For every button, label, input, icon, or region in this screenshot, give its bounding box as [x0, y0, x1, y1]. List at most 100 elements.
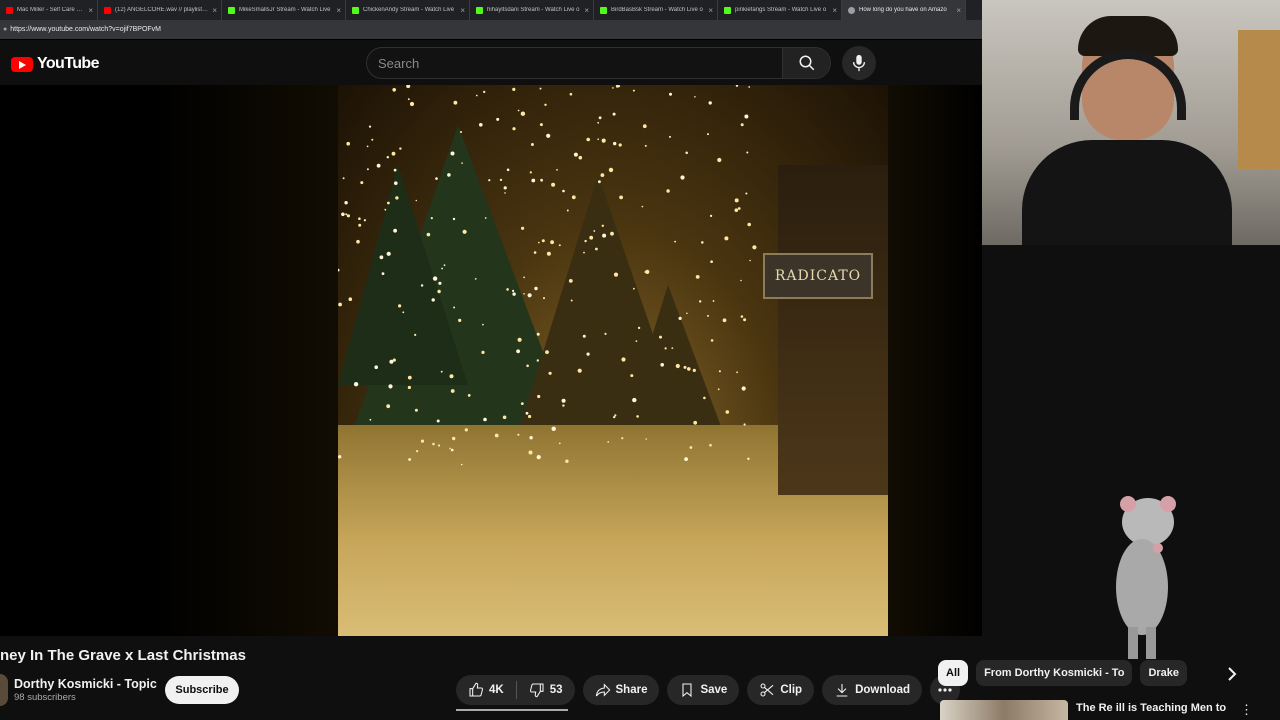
light-dot: [707, 133, 709, 136]
dislike-button[interactable]: 53: [517, 675, 575, 705]
recommendation-title[interactable]: The Re ill is Teaching Men to: [1076, 702, 1226, 714]
save-button[interactable]: Save: [667, 675, 740, 705]
browser-tab[interactable]: pinkiefangs Stream - Watch Live o ×: [718, 0, 842, 20]
light-dot: [675, 363, 680, 369]
like-button[interactable]: 4K: [456, 675, 516, 705]
light-dot: [752, 245, 757, 250]
light-dot: [379, 255, 384, 260]
light-dot: [408, 458, 411, 461]
light-dot: [384, 208, 387, 211]
light-dot: [368, 125, 372, 128]
close-tab-icon[interactable]: ×: [212, 6, 217, 15]
light-dot: [735, 85, 739, 87]
channel-name[interactable]: Dorthy Kosmicki - Topic: [14, 677, 157, 691]
light-dot: [745, 192, 748, 195]
browser-tab[interactable]: ChickenAndy Stream - Watch Live ×: [346, 0, 470, 20]
lock-icon: ●: [3, 26, 8, 33]
light-dot: [597, 121, 600, 124]
light-dot: [502, 415, 507, 420]
browser-tab[interactable]: Mac Miller - Self Care - YouTu ×: [0, 0, 98, 20]
browser-tab-active[interactable]: How long do you have on Amazo ×: [842, 0, 966, 20]
light-dot: [551, 426, 556, 431]
light-dot: [407, 375, 412, 380]
clip-button[interactable]: Clip: [747, 675, 815, 705]
search-button[interactable]: [782, 48, 830, 78]
light-dot: [475, 94, 478, 97]
search-input[interactable]: [367, 48, 782, 78]
chips-next-button[interactable]: [1220, 663, 1244, 685]
light-dot: [671, 347, 674, 349]
light-dot: [539, 87, 542, 90]
light-dot: [565, 459, 569, 463]
close-tab-icon[interactable]: ×: [584, 6, 589, 15]
light-dot: [481, 350, 485, 354]
light-dot: [612, 87, 614, 89]
browser-tab-strip: Mac Miller - Self Care - YouTu × (12) ANG…: [0, 0, 982, 20]
close-tab-icon[interactable]: ×: [832, 6, 837, 15]
ellipsis-icon: [938, 688, 952, 692]
light-dot: [399, 147, 402, 150]
browser-tab[interactable]: MikeSmallsJr Stream - Watch Live ×: [222, 0, 346, 20]
light-dot: [544, 103, 547, 106]
recommendation-thumbnail[interactable]: [940, 700, 1068, 720]
channel-avatar[interactable]: [0, 674, 8, 706]
light-dot: [374, 365, 378, 370]
close-tab-icon[interactable]: ×: [336, 6, 341, 15]
browser-tab[interactable]: BirdBasBsk Stream - Watch Live o ×: [594, 0, 718, 20]
close-tab-icon[interactable]: ×: [956, 6, 961, 15]
light-dot: [536, 455, 541, 460]
light-dot: [613, 272, 619, 277]
light-dot: [432, 276, 438, 281]
youtube-favicon-icon: [104, 6, 111, 14]
close-tab-icon[interactable]: ×: [708, 6, 713, 15]
light-dot: [376, 163, 381, 168]
light-dot: [530, 143, 534, 146]
light-dot: [734, 198, 739, 203]
light-dot: [452, 217, 456, 221]
download-button[interactable]: Download: [822, 675, 923, 705]
light-dot: [540, 178, 543, 182]
light-dot: [740, 123, 744, 127]
light-dot: [692, 368, 696, 372]
chip-from-channel[interactable]: From Dorthy Kosmicki - To: [976, 660, 1133, 686]
light-dot: [450, 151, 455, 156]
video-frame: RADICATO: [338, 85, 888, 636]
light-dot: [684, 457, 688, 461]
light-dot: [571, 195, 576, 200]
light-dot: [409, 101, 415, 107]
recommendation-item[interactable]: The Re ill is Teaching Men to ⋮: [938, 700, 1280, 720]
light-dot: [517, 109, 520, 112]
share-button[interactable]: Share: [582, 675, 660, 705]
close-tab-icon[interactable]: ×: [460, 6, 465, 15]
subscriber-count: 98 subscribers: [14, 692, 76, 703]
youtube-logo[interactable]: YouTube: [11, 55, 99, 73]
chip-all[interactable]: All: [938, 660, 969, 686]
vertical-ellipsis-icon[interactable]: ⋮: [1240, 702, 1253, 718]
video-player[interactable]: RADICATO: [0, 85, 982, 636]
light-dot: [724, 236, 729, 241]
light-dot: [449, 374, 454, 379]
light-dot: [717, 157, 722, 163]
light-dot: [678, 316, 682, 320]
voice-search-button[interactable]: [842, 46, 876, 80]
light-dot: [496, 117, 500, 121]
address-bar[interactable]: ● https://www.youtube.com/watch?v=ojif7B…: [0, 20, 982, 40]
light-dot: [749, 259, 751, 262]
light-dot: [595, 247, 598, 251]
light-dot: [602, 233, 607, 238]
light-dot: [659, 335, 662, 339]
browser-tab[interactable]: hihayitsdani Stream - Watch Live o ×: [470, 0, 594, 20]
chip-drake[interactable]: Drake: [1140, 660, 1188, 686]
tab-title: BirdBasBsk Stream - Watch Live o: [611, 7, 703, 13]
subscribe-button[interactable]: Subscribe: [165, 676, 239, 704]
light-dot: [717, 388, 720, 391]
light-dot: [388, 384, 393, 389]
light-dot: [366, 168, 369, 171]
light-dot: [566, 209, 569, 212]
download-label: Download: [855, 684, 911, 696]
light-dot: [356, 239, 360, 244]
close-tab-icon[interactable]: ×: [88, 6, 93, 15]
light-dot: [536, 332, 540, 336]
browser-tab[interactable]: (12) ANGELCORE.wav // playlist ju ×: [98, 0, 222, 20]
ambient-glow-left: [150, 85, 340, 636]
